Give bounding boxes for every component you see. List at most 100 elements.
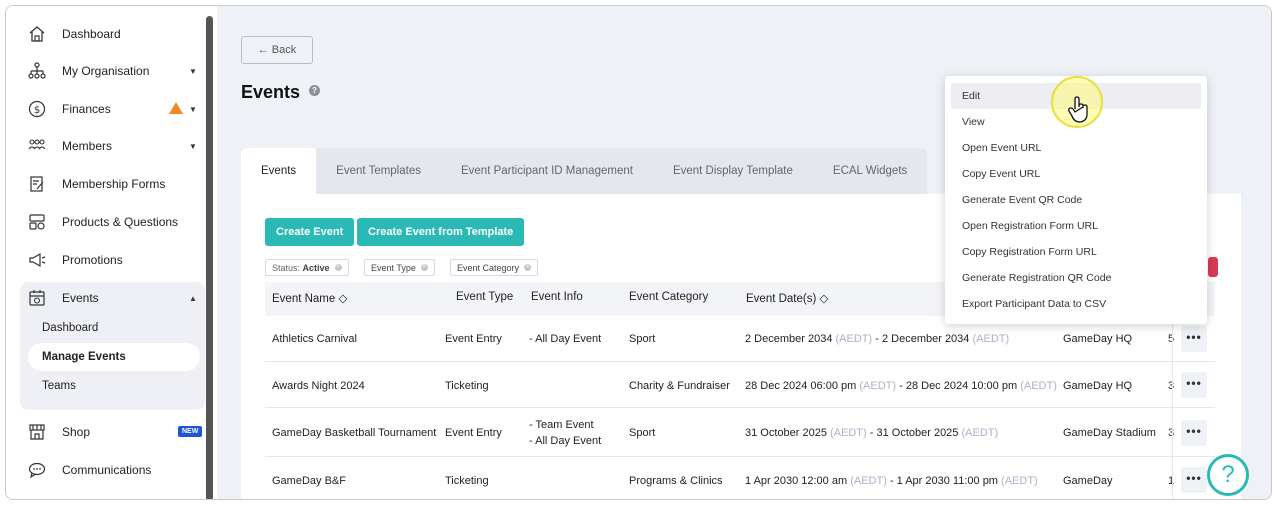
event-venue: GameDay HQ [1063,333,1133,345]
close-icon[interactable]: × [524,264,532,271]
svg-text:$: $ [34,105,40,116]
tab-events[interactable]: Events [241,148,317,194]
sidebar-item-label: Members [62,139,113,153]
col-event-info: Event Info [531,291,583,303]
sidebar-item-products-questions[interactable]: Products & Questions [6,204,206,240]
subitem-label: Teams [42,380,76,392]
end-date: 2 December 2034 [881,333,970,345]
sidebar-item-communications[interactable]: Communications [6,452,206,488]
col-event-name[interactable]: Event Name ◇ [272,291,347,305]
table-row[interactable]: Awards Night 2024 Ticketing Charity & Fu… [265,362,1215,408]
sidebar-subitem-teams[interactable]: Teams [28,372,200,400]
chip-label: Status: [272,262,301,273]
menu-item-export-csv[interactable]: Export Participant Data to CSV [951,291,1201,317]
megaphone-icon [28,251,46,269]
sidebar-item-label: Dashboard [62,27,121,41]
event-type: Event Entry [445,427,502,439]
timezone: (AEDT) [830,427,867,439]
event-category: Charity & Fundraiser [629,380,730,392]
members-icon [28,137,46,155]
tab-event-templates[interactable]: Event Templates [316,148,441,194]
dollar-icon: $ [28,100,46,118]
chip-label: Event Type [371,262,416,273]
danger-button[interactable] [1208,257,1218,277]
menu-item-open-event-url[interactable]: Open Event URL [951,135,1201,161]
sidebar-item-label: My Organisation [62,64,150,78]
menu-item-copy-reg-url[interactable]: Copy Registration Form URL [951,239,1201,265]
col-event-type: Event Type [456,291,514,303]
home-icon [28,25,46,43]
sidebar-item-promotions[interactable]: Promotions [6,242,206,278]
event-info: - All Day Event [529,333,602,345]
more-actions-button[interactable]: ••• [1181,420,1207,446]
tabs: Events Event Templates Event Participant… [241,148,928,194]
sidebar-scrollbar[interactable] [206,16,213,499]
calendar-icon [28,289,46,307]
close-icon[interactable]: × [334,264,342,271]
event-type-filter-chip[interactable]: Event Type × [364,259,435,276]
back-button[interactable]: ← Back [241,36,313,64]
event-name: GameDay B&F [272,475,346,487]
tab-participant-id[interactable]: Event Participant ID Management [440,148,653,194]
create-from-template-button[interactable]: Create Event from Template [357,218,525,246]
sidebar-item-my-organisation[interactable]: My Organisation ▼ [6,53,206,89]
sidebar-item-label: Products & Questions [62,215,179,229]
end-date: 1 Apr 2030 11:00 pm [896,475,998,487]
create-event-button[interactable]: Create Event [265,218,355,246]
timezone: (AEDT) [835,333,873,345]
event-info: - All Day Event [529,435,602,447]
timezone: (AEDT) [972,333,1010,345]
tab-ecal-widgets[interactable]: ECAL Widgets [812,148,928,194]
event-type: Ticketing [445,475,489,487]
sidebar-item-label: Events [62,291,99,305]
menu-item-reg-qr[interactable]: Generate Registration QR Code [951,265,1201,291]
sidebar-item-events[interactable]: Events ▲ [6,280,206,316]
event-info: - Team Event [529,419,594,431]
chevron-down-icon: ▼ [189,104,197,114]
sidebar-subitem-dashboard[interactable]: Dashboard [28,314,200,342]
tab-display-template[interactable]: Event Display Template [652,148,813,194]
start-date: 28 Dec 2024 06:00 pm [745,380,857,392]
sidebar: Dashboard My Organisation ▼ $ Finances ▼… [6,6,206,499]
hand-pointer-icon [1068,96,1088,123]
sidebar-item-shop[interactable]: Shop NEW [6,414,206,450]
event-type: Ticketing [445,380,489,392]
event-venue: GameDay HQ [1063,380,1133,392]
chip-label: Event Category [457,262,520,273]
more-actions-button[interactable]: ••• [1181,372,1207,398]
chevron-down-icon: ▼ [189,141,197,151]
warning-icon [169,102,183,114]
sidebar-subitem-manage-events[interactable]: Manage Events [28,343,200,371]
menu-item-event-qr[interactable]: Generate Event QR Code [951,187,1201,213]
sidebar-item-label: Shop [62,425,91,439]
help-button[interactable]: ? [1207,454,1249,496]
status-filter-chip[interactable]: Status: Active × [265,259,349,276]
col-event-dates[interactable]: Event Date(s) ◇ [746,291,828,305]
menu-item-copy-event-url[interactable]: Copy Event URL [951,161,1201,187]
timezone: (AEDT) [961,427,999,439]
sidebar-item-label: Membership Forms [62,177,166,191]
chevron-up-icon: ▲ [189,293,197,303]
sidebar-item-label: Communications [62,463,152,477]
end-date: 28 Dec 2024 10:00 pm [905,380,1018,392]
event-category-filter-chip[interactable]: Event Category × [450,259,539,276]
new-badge: NEW [178,426,203,437]
sidebar-item-finances[interactable]: $ Finances ▼ [6,91,206,127]
event-name: GameDay Basketball Tournament [272,427,437,439]
table-row[interactable]: GameDay B&F Ticketing Programs & Clinics… [265,457,1215,499]
more-actions-button[interactable]: ••• [1181,467,1207,493]
sidebar-item-dashboard[interactable]: Dashboard [6,16,206,52]
more-actions-button[interactable]: ••• [1181,326,1207,352]
event-venue: GameDay Stadium [1063,427,1156,439]
table-row[interactable]: GameDay Basketball Tournament Event Entr… [265,408,1215,457]
subitem-label: Dashboard [42,322,99,334]
menu-item-open-reg-url[interactable]: Open Registration Form URL [951,213,1201,239]
products-icon [28,213,46,231]
sidebar-item-members[interactable]: Members ▼ [6,128,206,164]
end-date: 31 October 2025 [876,427,959,439]
close-icon[interactable]: × [420,264,428,271]
help-icon[interactable]: ? [309,85,320,96]
event-dates: 31 October 2025 (AEDT) - 31 October 2025… [745,427,998,439]
event-dates: 1 Apr 2030 12:00 am (AEDT) - 1 Apr 2030 … [745,475,1038,487]
sidebar-item-membership-forms[interactable]: Membership Forms [6,166,206,202]
